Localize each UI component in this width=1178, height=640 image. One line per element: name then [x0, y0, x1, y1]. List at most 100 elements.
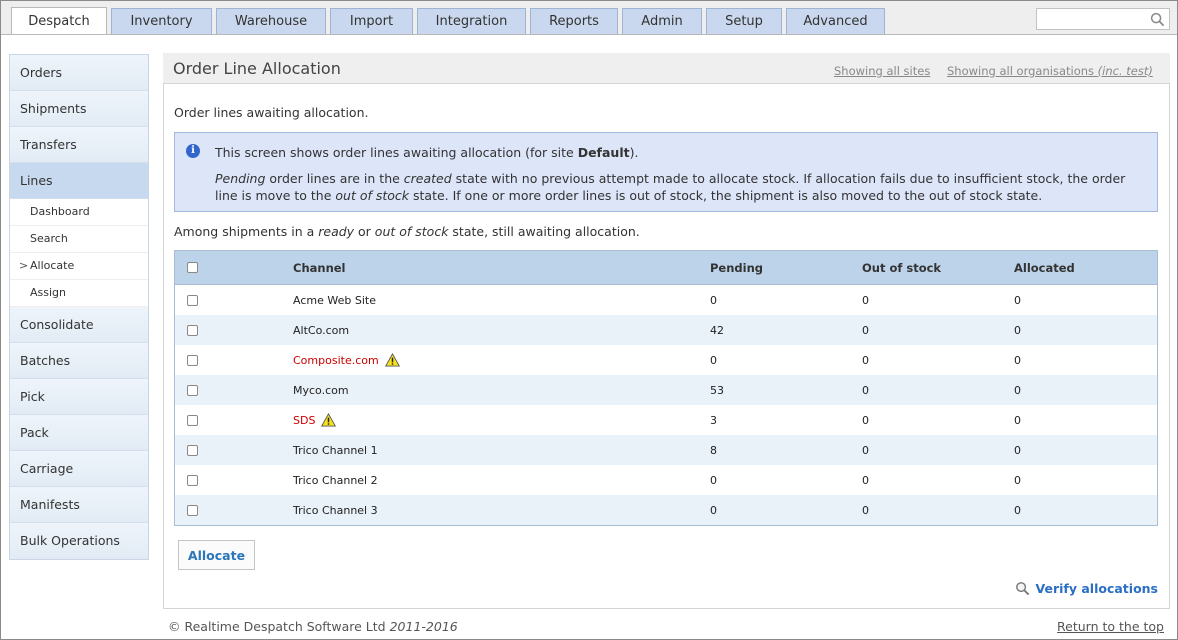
sidebar-item-pick[interactable]: Pick: [10, 379, 148, 415]
magnifier-icon: [1015, 582, 1029, 596]
tab-despatch[interactable]: Despatch: [11, 7, 107, 35]
row-checkbox[interactable]: [187, 294, 198, 306]
allocation-table: Channel Pending Out of stock Allocated A…: [174, 250, 1158, 526]
out-of-stock-cell: 0: [862, 503, 869, 517]
channel-name: AltCo.com: [293, 323, 350, 337]
sidebar-sub-dashboard[interactable]: Dashboard: [10, 199, 148, 226]
row-checkbox[interactable]: [187, 444, 198, 456]
row-checkbox[interactable]: [187, 504, 198, 516]
channel-name[interactable]: Composite.com: [293, 354, 379, 367]
allocated-cell: 0: [1014, 323, 1021, 337]
tab-divider: [1, 34, 1177, 35]
search-input[interactable]: [1037, 9, 1147, 29]
table-row: SDS 3 0 0: [175, 405, 1157, 435]
sidebar-item-batches[interactable]: Batches: [10, 343, 148, 379]
column-header-allocated[interactable]: Allocated: [1014, 251, 1075, 284]
sidebar: Orders Shipments Transfers Lines Dashboa…: [9, 54, 149, 560]
row-checkbox[interactable]: [187, 384, 198, 396]
out-of-stock-cell: 0: [862, 323, 869, 337]
select-all-checkbox[interactable]: [187, 262, 198, 273]
search-icon[interactable]: [1150, 12, 1165, 27]
return-to-top-link[interactable]: Return to the top: [1057, 619, 1164, 634]
pending-cell: 8: [710, 443, 717, 457]
tab-inventory[interactable]: Inventory: [111, 8, 212, 34]
sidebar-item-consolidate[interactable]: Consolidate: [10, 307, 148, 343]
tab-admin[interactable]: Admin: [622, 8, 702, 34]
warning-icon: [384, 353, 400, 367]
column-header-pending[interactable]: Pending: [710, 251, 763, 284]
sidebar-item-lines[interactable]: Lines: [10, 163, 148, 199]
out-of-stock-cell: 0: [862, 413, 869, 427]
sidebar-item-bulk-operations[interactable]: Bulk Operations: [10, 523, 148, 559]
out-of-stock-cell: 0: [862, 353, 869, 367]
search-box: [1036, 8, 1170, 30]
tab-import[interactable]: Import: [330, 8, 413, 34]
showing-all-organisations-link[interactable]: Showing all organisations (inc. test): [947, 64, 1153, 78]
top-bar: Despatch Inventory Warehouse Import Inte…: [1, 1, 1177, 35]
page-title: Order Line Allocation: [173, 59, 341, 78]
sidebar-item-orders[interactable]: Orders: [10, 55, 148, 91]
table-body: Acme Web Site 0 0 0 AltCo.com 42 0 0 Composite.c…: [175, 285, 1157, 525]
table-row: AltCo.com 42 0 0: [175, 315, 1157, 345]
channel-cell: Trico Channel 2: [293, 465, 378, 495]
tab-integration[interactable]: Integration: [417, 8, 526, 34]
pending-cell: 0: [710, 353, 717, 367]
channel-cell: Acme Web Site: [293, 285, 376, 315]
column-header-channel[interactable]: Channel: [293, 251, 346, 284]
channel-name: Acme Web Site: [293, 293, 376, 307]
among-shipments-text: Among shipments in a ready or out of sto…: [174, 224, 640, 239]
column-header-out-of-stock[interactable]: Out of stock: [862, 251, 941, 284]
table-row: Trico Channel 3 0 0 0: [175, 495, 1157, 525]
sidebar-item-carriage[interactable]: Carriage: [10, 451, 148, 487]
row-checkbox[interactable]: [187, 324, 198, 336]
table-row: Composite.com 0 0 0: [175, 345, 1157, 375]
channel-name[interactable]: SDS: [293, 414, 315, 427]
channel-cell: SDS: [293, 405, 337, 435]
pending-cell: 0: [710, 293, 717, 307]
sidebar-sub-label: Search: [30, 232, 68, 245]
allocated-cell: 0: [1014, 383, 1021, 397]
info-text-site: This screen shows order lines awaiting a…: [215, 145, 639, 160]
table-row: Trico Channel 2 0 0 0: [175, 465, 1157, 495]
table-row: Trico Channel 1 8 0 0: [175, 435, 1157, 465]
allocated-cell: 0: [1014, 413, 1021, 427]
sidebar-sub-allocate[interactable]: > Allocate: [10, 253, 148, 280]
sidebar-item-pack[interactable]: Pack: [10, 415, 148, 451]
main-content: Order lines awaiting allocation. i This …: [163, 84, 1170, 609]
channel-name: Trico Channel 3: [293, 503, 378, 517]
orgs-link-text: Showing all organisations: [947, 64, 1095, 78]
channel-cell: Myco.com: [293, 375, 349, 405]
tab-advanced[interactable]: Advanced: [786, 8, 885, 34]
main-tabs: Despatch Inventory Warehouse Import Inte…: [11, 7, 889, 35]
table-row: Acme Web Site 0 0 0: [175, 285, 1157, 315]
page-header: Order Line Allocation Showing all sites …: [163, 53, 1170, 84]
allocate-button[interactable]: Allocate: [178, 540, 255, 570]
channel-cell: Trico Channel 3: [293, 495, 378, 525]
tab-reports[interactable]: Reports: [530, 8, 618, 34]
row-checkbox[interactable]: [187, 474, 198, 486]
tab-warehouse[interactable]: Warehouse: [216, 8, 326, 34]
tab-setup[interactable]: Setup: [706, 8, 782, 34]
sidebar-sub-search[interactable]: Search: [10, 226, 148, 253]
row-checkbox[interactable]: [187, 414, 198, 426]
info-icon: i: [186, 144, 200, 158]
sidebar-item-manifests[interactable]: Manifests: [10, 487, 148, 523]
row-checkbox[interactable]: [187, 354, 198, 366]
out-of-stock-cell: 0: [862, 383, 869, 397]
sidebar-item-shipments[interactable]: Shipments: [10, 91, 148, 127]
verify-allocations-link[interactable]: Verify allocations: [1015, 581, 1158, 596]
showing-all-sites-link[interactable]: Showing all sites: [834, 64, 930, 78]
table-row: Myco.com 53 0 0: [175, 375, 1157, 405]
pending-cell: 53: [710, 383, 724, 397]
allocated-cell: 0: [1014, 443, 1021, 457]
sidebar-item-transfers[interactable]: Transfers: [10, 127, 148, 163]
allocated-cell: 0: [1014, 293, 1021, 307]
sidebar-sub-assign[interactable]: Assign: [10, 280, 148, 307]
out-of-stock-cell: 0: [862, 293, 869, 307]
allocated-cell: 0: [1014, 473, 1021, 487]
intro-text: Order lines awaiting allocation.: [174, 105, 369, 120]
sidebar-sub-label: Assign: [30, 286, 66, 299]
footer-years: 2011-2016: [389, 619, 458, 634]
pending-cell: 42: [710, 323, 724, 337]
channel-cell: Trico Channel 1: [293, 435, 378, 465]
